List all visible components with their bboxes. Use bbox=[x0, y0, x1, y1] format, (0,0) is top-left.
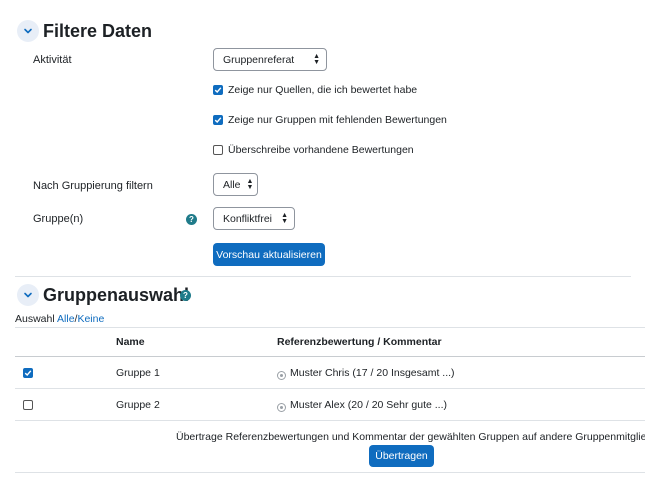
checkbox-rated-sources-box[interactable] bbox=[213, 85, 223, 95]
column-header-reference: Referenzbewertung / Kommentar bbox=[277, 336, 442, 348]
section-divider bbox=[15, 276, 631, 277]
checkbox-rated-sources[interactable]: Zeige nur Quellen, die ich bewertet habe bbox=[213, 84, 417, 96]
select-arrows-icon: ▲ ▼ bbox=[246, 177, 254, 191]
checkbox-overwrite-box[interactable] bbox=[213, 145, 223, 155]
row-reference-text: Muster Alex (20 / 20 Sehr gute ...) bbox=[290, 399, 447, 411]
row-group-name: Gruppe 2 bbox=[116, 399, 160, 411]
activity-select[interactable]: Gruppenreferat ▲ ▼ bbox=[213, 48, 327, 71]
transfer-button[interactable]: Übertragen bbox=[369, 445, 434, 467]
select-arrows-icon: ▲ ▼ bbox=[313, 52, 320, 66]
check-icon bbox=[214, 87, 222, 94]
activity-select-value: Gruppenreferat bbox=[223, 53, 295, 66]
group-select[interactable]: Konfliktfrei ▲ ▼ bbox=[213, 207, 295, 230]
help-glyph: ? bbox=[183, 291, 188, 300]
table-row: Gruppe 2 Muster Alex (20 / 20 Sehr gute … bbox=[0, 389, 645, 420]
select-all-link[interactable]: Alle bbox=[57, 313, 75, 325]
filter-section-title: Filtere Daten bbox=[43, 21, 153, 41]
check-icon bbox=[214, 117, 222, 124]
grouping-select[interactable]: Alle ▲ ▼ bbox=[213, 173, 258, 196]
grouping-label: Nach Gruppierung filtern bbox=[33, 180, 153, 192]
table-bottom-border bbox=[15, 472, 645, 473]
radio-icon[interactable] bbox=[277, 403, 286, 412]
checkbox-missing-ratings-label: Zeige nur Gruppen mit fehlenden Bewertun… bbox=[228, 114, 447, 126]
checkbox-missing-ratings-box[interactable] bbox=[213, 115, 223, 125]
chevron-down-icon bbox=[24, 28, 32, 34]
transfer-description: Übertrage Referenzbewertungen und Kommen… bbox=[176, 431, 645, 443]
checkbox-overwrite-label: Überschreibe vorhandene Bewertungen bbox=[228, 144, 414, 156]
table-row: Gruppe 1 Muster Chris (17 / 20 Insgesamt… bbox=[0, 357, 645, 388]
row-reference[interactable]: Muster Alex (20 / 20 Sehr gute ...) bbox=[277, 399, 447, 412]
activity-label: Aktivität bbox=[33, 54, 72, 66]
select-arrows-icon: ▲ ▼ bbox=[281, 211, 288, 225]
chevron-down-icon bbox=[24, 292, 32, 298]
selection-help-icon[interactable]: ? bbox=[180, 290, 191, 301]
table-top-border bbox=[15, 327, 645, 328]
collapse-selection-button[interactable] bbox=[17, 284, 39, 306]
help-glyph: ? bbox=[189, 215, 194, 224]
checkbox-missing-ratings[interactable]: Zeige nur Gruppen mit fehlenden Bewertun… bbox=[213, 114, 447, 126]
check-icon bbox=[24, 370, 32, 377]
selection-toggle: Auswahl Alle/Keine bbox=[15, 313, 104, 325]
group-select-value: Konfliktfrei bbox=[223, 212, 273, 225]
radio-icon[interactable] bbox=[277, 371, 286, 380]
selection-section-title: Gruppenauswahl bbox=[43, 285, 190, 305]
checkbox-overwrite[interactable]: Überschreibe vorhandene Bewertungen bbox=[213, 144, 414, 156]
refresh-preview-button[interactable]: Vorschau aktualisieren bbox=[213, 243, 325, 266]
selection-prefix: Auswahl bbox=[15, 313, 58, 325]
row-reference[interactable]: Muster Chris (17 / 20 Insgesamt ...) bbox=[277, 367, 455, 380]
row-reference-text: Muster Chris (17 / 20 Insgesamt ...) bbox=[290, 367, 455, 379]
row-checkbox[interactable] bbox=[23, 368, 33, 378]
column-header-name: Name bbox=[116, 336, 145, 348]
row-group-name: Gruppe 1 bbox=[116, 367, 160, 379]
group-help-icon[interactable]: ? bbox=[186, 214, 197, 225]
group-label: Gruppe(n) bbox=[33, 213, 84, 225]
collapse-filter-button[interactable] bbox=[17, 20, 39, 42]
select-none-link[interactable]: Keine bbox=[77, 313, 104, 325]
row-divider bbox=[15, 420, 645, 421]
row-checkbox[interactable] bbox=[23, 400, 33, 410]
checkbox-rated-sources-label: Zeige nur Quellen, die ich bewertet habe bbox=[228, 84, 418, 96]
grouping-select-value: Alle bbox=[223, 178, 241, 191]
